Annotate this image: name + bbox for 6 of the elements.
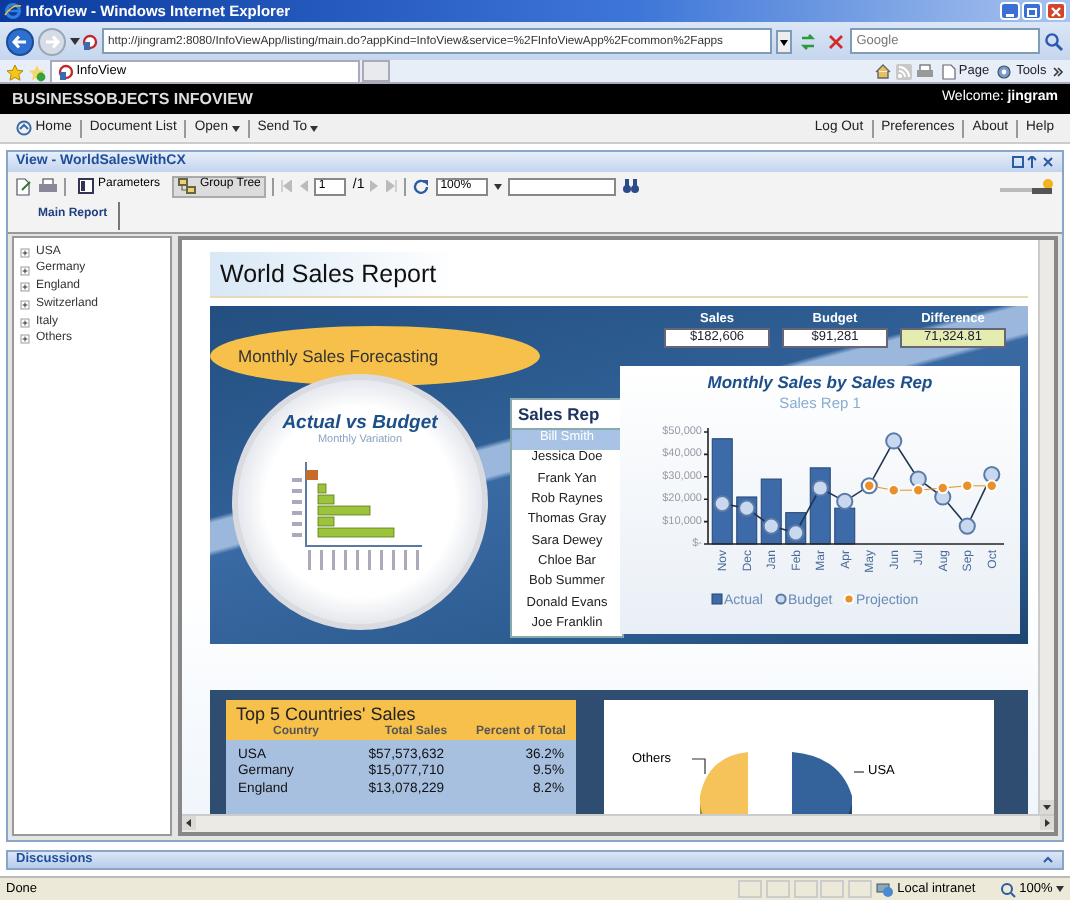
app-brand: BUSINESSOBJECTS INFOVIEW	[12, 89, 253, 109]
table-title: Top 5 Countries' Sales	[236, 704, 418, 725]
chart-title: Monthly Sales by Sales Rep	[707, 372, 933, 392]
report-title: World Sales Report	[220, 259, 437, 289]
chart-title: Actual vs Budget	[282, 412, 438, 434]
banner-title: Monthly Sales Forecasting	[238, 345, 439, 367]
